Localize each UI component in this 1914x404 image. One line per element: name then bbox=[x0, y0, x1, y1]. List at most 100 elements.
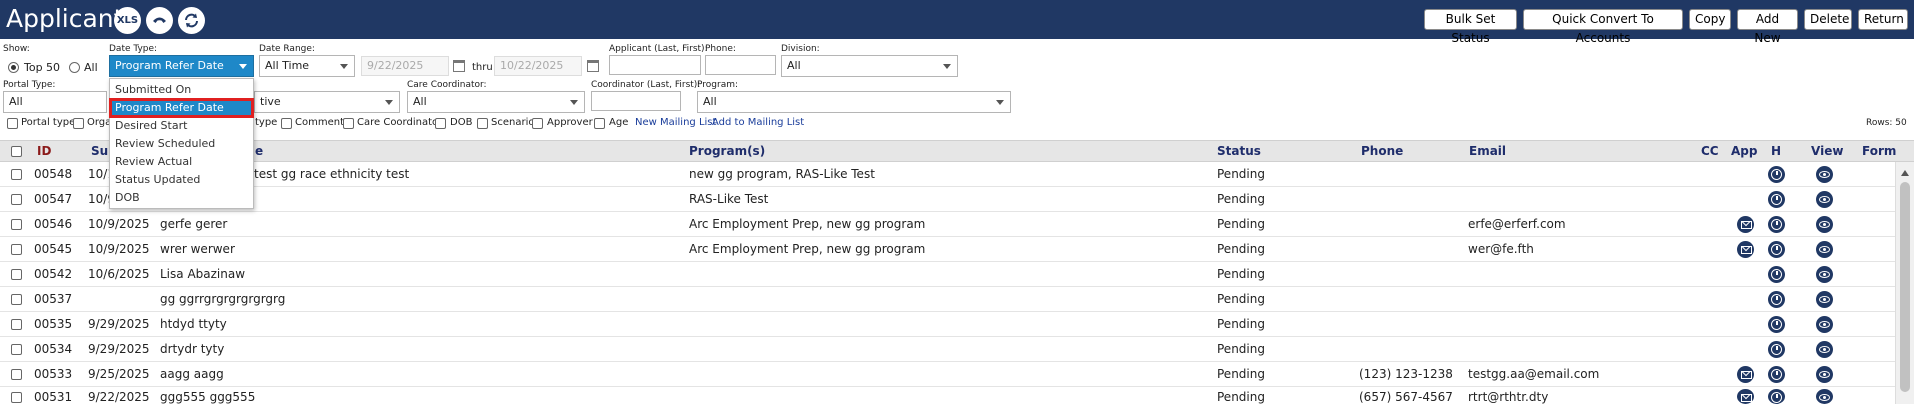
row-checkbox[interactable] bbox=[11, 344, 22, 355]
table-row[interactable]: 00535 9/29/2025 htdyd ttyty Pending bbox=[0, 312, 1895, 337]
view-icon[interactable] bbox=[1816, 266, 1833, 283]
date-type-select[interactable]: Program Refer Date bbox=[109, 55, 254, 77]
program-select[interactable]: All bbox=[697, 91, 1011, 113]
comment-checkbox[interactable] bbox=[281, 118, 292, 129]
phone-icon[interactable] bbox=[146, 7, 173, 34]
row-checkbox[interactable] bbox=[11, 369, 22, 380]
dropdown-option-review-scheduled[interactable]: Review Scheduled bbox=[110, 135, 253, 153]
calendar-icon[interactable] bbox=[453, 60, 465, 72]
row-checkbox[interactable] bbox=[11, 269, 22, 280]
view-icon[interactable] bbox=[1816, 341, 1833, 358]
row-checkbox[interactable] bbox=[11, 294, 22, 305]
top50-radio[interactable] bbox=[8, 62, 19, 73]
table-row[interactable]: 00542 10/6/2025 Lisa Abazinaw Pending bbox=[0, 262, 1895, 287]
select-all-checkbox[interactable] bbox=[11, 146, 22, 157]
table-row[interactable]: 00531 9/22/2025 ggg555 ggg555 Pending (6… bbox=[0, 387, 1895, 404]
row-checkbox[interactable] bbox=[11, 244, 22, 255]
table-scrollbar[interactable] bbox=[1895, 162, 1914, 404]
status-select[interactable]: tive bbox=[254, 91, 400, 113]
header-cc[interactable]: CC bbox=[1701, 144, 1719, 158]
history-icon[interactable] bbox=[1768, 191, 1785, 208]
history-icon[interactable] bbox=[1768, 366, 1785, 383]
calendar-icon[interactable] bbox=[587, 60, 599, 72]
copy-button[interactable]: Copy bbox=[1689, 9, 1731, 30]
add-new-button[interactable]: Add New bbox=[1737, 9, 1798, 45]
history-icon[interactable] bbox=[1768, 291, 1785, 308]
row-checkbox[interactable] bbox=[11, 194, 22, 205]
history-icon[interactable] bbox=[1768, 166, 1785, 183]
table-row[interactable]: 00545 10/9/2025 wrer werwer Arc Employme… bbox=[0, 237, 1895, 262]
table-row[interactable]: 00546 10/9/2025 gerfe gerer Arc Employme… bbox=[0, 212, 1895, 237]
header-id[interactable]: ID bbox=[37, 144, 51, 158]
view-icon[interactable] bbox=[1816, 191, 1833, 208]
history-icon[interactable] bbox=[1768, 241, 1785, 258]
view-icon[interactable] bbox=[1816, 166, 1833, 183]
portal-type-checkbox[interactable] bbox=[7, 118, 18, 129]
date-to-input[interactable]: 10/22/2025 bbox=[494, 56, 582, 76]
view-icon[interactable] bbox=[1816, 316, 1833, 333]
refresh-icon[interactable] bbox=[178, 7, 205, 34]
dropdown-option-review-actual[interactable]: Review Actual bbox=[110, 153, 253, 171]
mail-icon[interactable] bbox=[1737, 216, 1754, 233]
header-email[interactable]: Email bbox=[1469, 144, 1506, 158]
phone-input[interactable] bbox=[705, 55, 776, 75]
xls-export-icon[interactable]: XLS bbox=[114, 7, 141, 34]
row-checkbox[interactable] bbox=[11, 392, 22, 403]
scroll-up-icon[interactable] bbox=[1901, 170, 1909, 176]
table-row[interactable]: 00534 9/29/2025 drtydr tyty Pending bbox=[0, 337, 1895, 362]
bulk-set-status-button[interactable]: Bulk Set Status bbox=[1424, 9, 1517, 45]
view-icon[interactable] bbox=[1816, 241, 1833, 258]
applicant-name-input[interactable] bbox=[609, 55, 701, 75]
header-status[interactable]: Status bbox=[1217, 144, 1261, 158]
header-phone[interactable]: Phone bbox=[1361, 144, 1403, 158]
mail-icon[interactable] bbox=[1737, 241, 1754, 258]
view-icon[interactable] bbox=[1816, 291, 1833, 308]
row-checkbox[interactable] bbox=[11, 219, 22, 230]
history-icon[interactable] bbox=[1768, 266, 1785, 283]
header-form[interactable]: Form bbox=[1862, 144, 1896, 158]
header-h[interactable]: H bbox=[1771, 144, 1781, 158]
header-view[interactable]: View bbox=[1811, 144, 1843, 158]
view-icon[interactable] bbox=[1816, 389, 1833, 404]
scenario-checkbox[interactable] bbox=[477, 118, 488, 129]
view-icon[interactable] bbox=[1816, 366, 1833, 383]
dropdown-option-submitted-on[interactable]: Submitted On bbox=[110, 81, 253, 99]
care-coordinator-select[interactable]: All bbox=[407, 91, 585, 113]
header-programs[interactable]: Program(s) bbox=[689, 144, 765, 158]
history-icon[interactable] bbox=[1768, 341, 1785, 358]
dropdown-option-desired-start[interactable]: Desired Start bbox=[110, 117, 253, 135]
age-checkbox[interactable] bbox=[594, 118, 605, 129]
dropdown-option-program-refer-date[interactable]: Program Refer Date bbox=[109, 98, 254, 118]
return-button[interactable]: Return bbox=[1858, 9, 1908, 30]
table-row[interactable]: 00547 10/9 RAS-Like Test Pending bbox=[0, 187, 1895, 212]
date-from-input[interactable]: 9/22/2025 bbox=[361, 56, 449, 76]
table-row[interactable]: 00533 9/25/2025 aagg aagg Pending (123) … bbox=[0, 362, 1895, 387]
portal-type-select[interactable]: All bbox=[3, 91, 107, 113]
scroll-thumb[interactable] bbox=[1900, 182, 1910, 392]
quick-convert-button[interactable]: Quick Convert To Accounts bbox=[1523, 9, 1683, 45]
mail-icon[interactable] bbox=[1737, 389, 1754, 404]
dob-checkbox[interactable] bbox=[435, 118, 446, 129]
date-range-select[interactable]: All Time bbox=[259, 55, 355, 77]
delete-button[interactable]: Delete bbox=[1804, 9, 1852, 30]
row-checkbox[interactable] bbox=[11, 319, 22, 330]
mail-icon[interactable] bbox=[1737, 366, 1754, 383]
table-row[interactable]: 00548 10/1 test gg race ethnicity test n… bbox=[0, 162, 1895, 187]
care-coordinator-checkbox[interactable] bbox=[343, 118, 354, 129]
organization-checkbox[interactable] bbox=[73, 118, 84, 129]
dropdown-option-status-updated[interactable]: Status Updated bbox=[110, 171, 253, 189]
history-icon[interactable] bbox=[1768, 216, 1785, 233]
dropdown-option-dob[interactable]: DOB bbox=[110, 189, 253, 207]
new-mailing-list-link[interactable]: New Mailing List bbox=[635, 117, 716, 128]
table-row[interactable]: 00537 gg ggrrgrgrgrgrgrgrg Pending bbox=[0, 287, 1895, 312]
add-to-mailing-list-link[interactable]: Add to Mailing List bbox=[712, 117, 804, 128]
header-name[interactable]: e bbox=[255, 144, 263, 158]
row-checkbox[interactable] bbox=[11, 169, 22, 180]
approver-checkbox[interactable] bbox=[532, 118, 543, 129]
division-select[interactable]: All bbox=[781, 55, 958, 77]
all-radio[interactable] bbox=[69, 62, 80, 73]
coordinator-name-input[interactable] bbox=[591, 91, 681, 111]
history-icon[interactable] bbox=[1768, 316, 1785, 333]
view-icon[interactable] bbox=[1816, 216, 1833, 233]
header-app[interactable]: App bbox=[1731, 144, 1757, 158]
